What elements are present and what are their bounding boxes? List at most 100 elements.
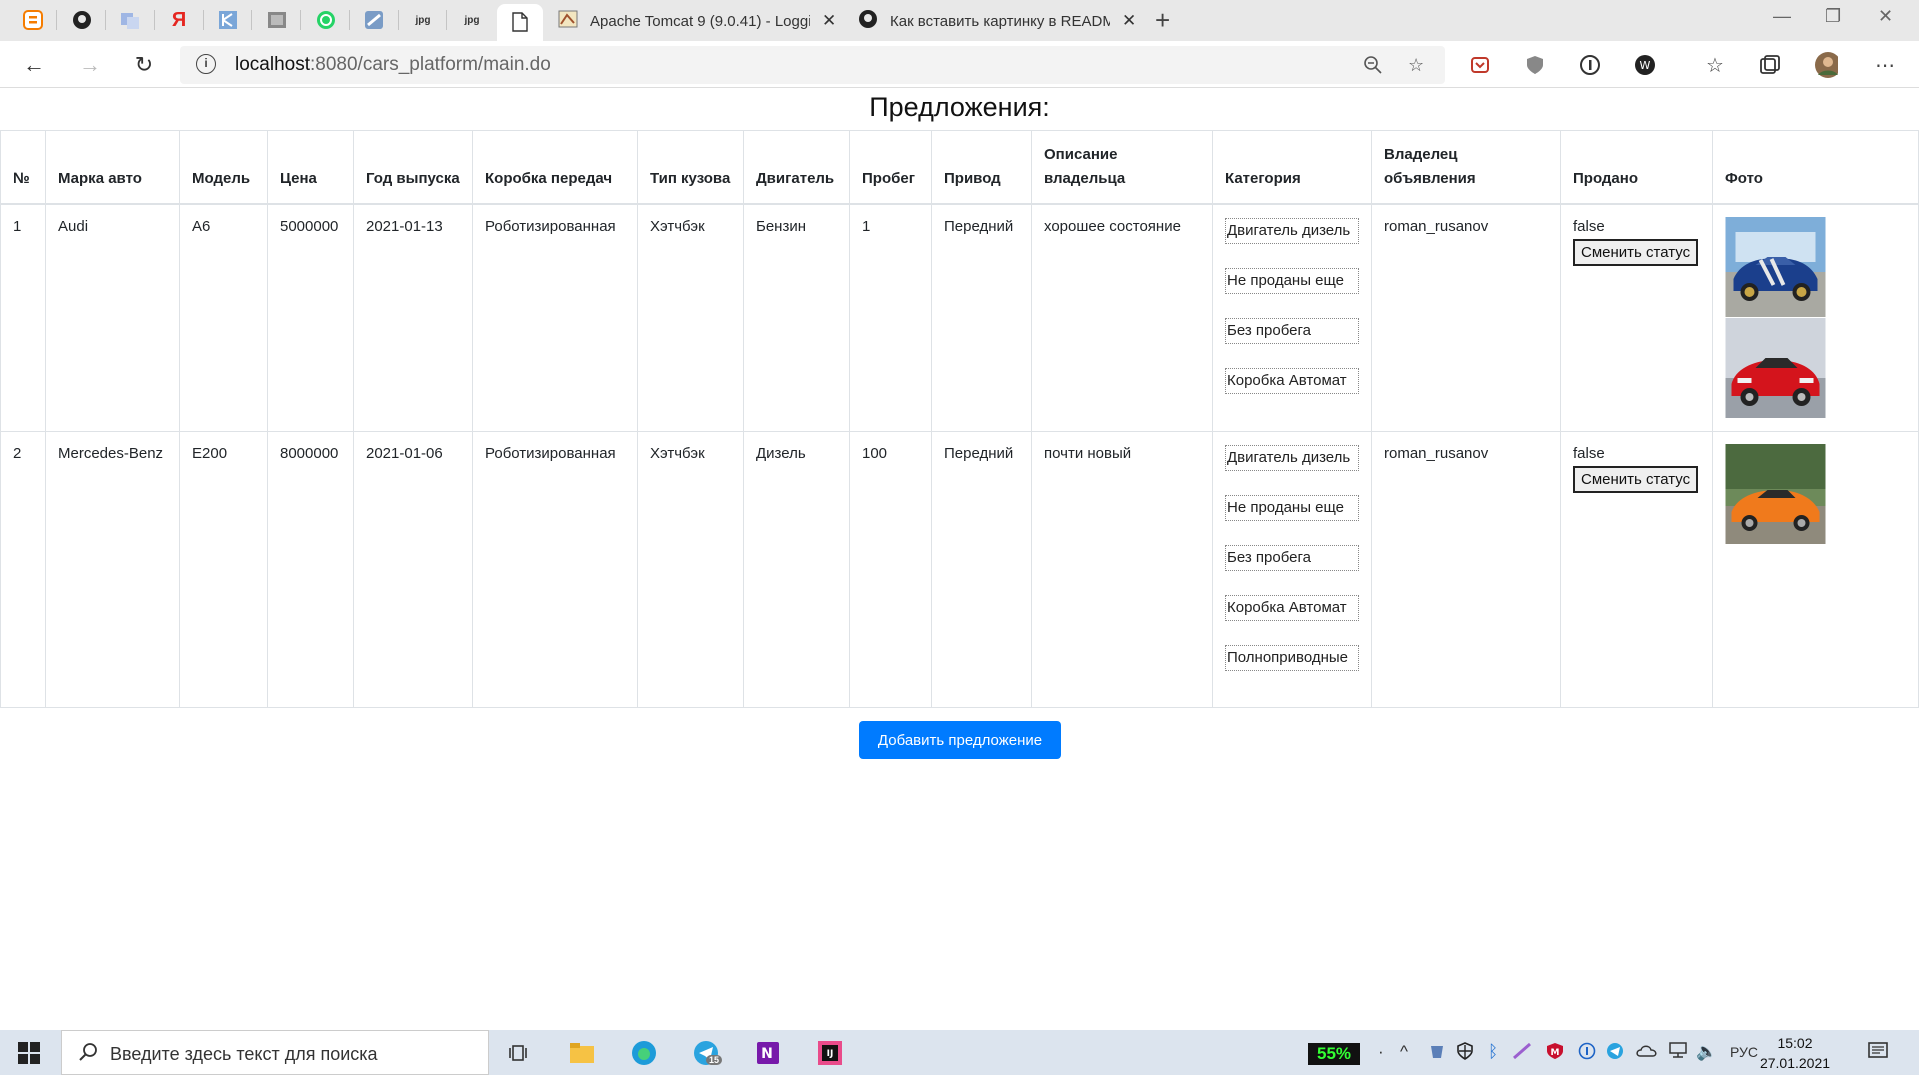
cell-body: Хэтчбэк bbox=[637, 431, 744, 708]
windows-start-icon[interactable] bbox=[18, 1042, 40, 1069]
category-tag: Не проданы еще bbox=[1225, 268, 1359, 294]
back-icon[interactable]: ← bbox=[18, 49, 50, 81]
cell-drive: Передний bbox=[931, 431, 1032, 708]
network-icon[interactable] bbox=[1668, 1042, 1688, 1063]
tab-tomcat-logging[interactable]: Apache Tomcat 9 (9.0.41) - Logging ✕ bbox=[558, 6, 836, 36]
app-icon[interactable] bbox=[359, 6, 389, 34]
cell-description: хорошее состояние bbox=[1031, 203, 1213, 432]
column-header: Цена bbox=[267, 130, 354, 205]
image-icon[interactable] bbox=[262, 6, 292, 34]
cell-mileage: 1 bbox=[849, 203, 932, 432]
column-header: Тип кузова bbox=[637, 130, 744, 205]
close-icon[interactable]: ✕ bbox=[822, 11, 836, 31]
taskbar-search[interactable]: Введите здесь текст для поиска bbox=[61, 1030, 489, 1075]
blogger-icon[interactable] bbox=[18, 6, 48, 34]
active-tab[interactable] bbox=[497, 4, 543, 41]
edge-icon[interactable] bbox=[628, 1037, 660, 1069]
collections-icon[interactable] bbox=[1758, 53, 1782, 77]
column-header: Пробег bbox=[849, 130, 932, 205]
notifications-icon[interactable] bbox=[1868, 1042, 1888, 1065]
change-status-button[interactable]: Сменить статус bbox=[1573, 466, 1699, 493]
battery-indicator[interactable]: 55% bbox=[1308, 1043, 1360, 1065]
password-icon[interactable] bbox=[1578, 1042, 1596, 1065]
cell-owner: roman_rusanov bbox=[1371, 431, 1561, 708]
language-indicator[interactable]: РУС bbox=[1730, 1044, 1758, 1060]
mcafee-icon[interactable]: M bbox=[1546, 1042, 1564, 1065]
jpg-icon[interactable]: jpg bbox=[408, 6, 438, 34]
change-status-button[interactable]: Сменить статус bbox=[1573, 239, 1699, 266]
onedrive-icon[interactable] bbox=[1636, 1042, 1658, 1063]
close-icon[interactable]: ✕ bbox=[1122, 11, 1136, 31]
column-header: Марка авто bbox=[45, 130, 180, 205]
column-header: Продано bbox=[1560, 130, 1713, 205]
table-header-row: № Марка авто Модель Цена Год выпуска Кор… bbox=[0, 130, 1919, 205]
cell-brand: Audi bbox=[45, 203, 180, 432]
favorites-icon[interactable]: ☆ bbox=[1703, 53, 1727, 77]
column-header: Год выпуска bbox=[353, 130, 473, 205]
category-tag: Двигатель дизель bbox=[1225, 218, 1359, 244]
cell-categories: Двигатель дизель Не проданы еще Без проб… bbox=[1212, 431, 1372, 708]
clock-time: 15:02 bbox=[1777, 1035, 1813, 1051]
column-header: Модель bbox=[179, 130, 268, 205]
page-icon bbox=[512, 12, 528, 37]
url-text[interactable]: localhost:8080/cars_platform/main.do bbox=[235, 54, 551, 76]
more-menu-icon[interactable]: ⋯ bbox=[1873, 53, 1897, 77]
car-photo bbox=[1725, 444, 1826, 544]
cell-engine: Бензин bbox=[743, 203, 850, 432]
file-explorer-icon[interactable] bbox=[566, 1037, 598, 1069]
pen-icon[interactable] bbox=[1512, 1042, 1534, 1065]
close-window-icon[interactable]: ✕ bbox=[1878, 6, 1893, 27]
clock[interactable]: 15:02 27.01.2021 bbox=[1757, 1033, 1833, 1073]
avatar[interactable] bbox=[1814, 52, 1838, 78]
reload-icon[interactable]: ↻ bbox=[128, 49, 160, 81]
forward-icon[interactable]: → bbox=[74, 49, 106, 81]
defender-icon[interactable] bbox=[1456, 1042, 1474, 1065]
shield-icon[interactable] bbox=[1523, 53, 1547, 77]
yandex-icon[interactable]: Я bbox=[164, 6, 194, 34]
whatsapp-icon[interactable] bbox=[311, 6, 341, 34]
category-tag: Коробка Автомат bbox=[1225, 368, 1359, 394]
bluetooth-icon[interactable]: ᛒ bbox=[1488, 1042, 1498, 1062]
password-icon[interactable] bbox=[1578, 53, 1602, 77]
cell-owner: roman_rusanov bbox=[1371, 203, 1561, 432]
zoom-icon[interactable] bbox=[1363, 55, 1383, 80]
onenote-icon[interactable]: N bbox=[752, 1037, 784, 1069]
extension-w-icon[interactable]: W bbox=[1633, 53, 1657, 77]
kanban-icon[interactable] bbox=[213, 6, 243, 34]
offers-table: № Марка авто Модель Цена Год выпуска Кор… bbox=[0, 130, 1919, 708]
column-header: Привод bbox=[931, 130, 1032, 205]
cell-gearbox: Роботизированная bbox=[472, 203, 638, 432]
intellij-icon[interactable]: IJ bbox=[814, 1037, 846, 1069]
svg-text:N: N bbox=[761, 1046, 773, 1062]
table-row: 1 Audi A6 5000000 2021-01-13 Роботизиров… bbox=[0, 203, 1919, 432]
task-view-icon[interactable] bbox=[504, 1037, 536, 1069]
address-bar[interactable]: i localhost:8080/cars_platform/main.do ☆ bbox=[180, 46, 1445, 84]
minimize-icon[interactable]: — bbox=[1773, 6, 1791, 27]
cell-num: 2 bbox=[0, 431, 46, 708]
mouse-icon[interactable]: · bbox=[1378, 1042, 1384, 1062]
pocket-icon[interactable] bbox=[1468, 53, 1492, 77]
volume-icon[interactable]: 🔈 bbox=[1696, 1042, 1717, 1062]
cell-mileage: 100 bbox=[849, 431, 932, 708]
translate-icon[interactable] bbox=[115, 6, 145, 34]
page-content: Предложения: № Марка авто Модель Цена Го… bbox=[0, 89, 1919, 1029]
telegram-tray-icon[interactable] bbox=[1606, 1042, 1624, 1065]
car-photo bbox=[1725, 217, 1826, 317]
jpg-icon[interactable]: jpg bbox=[457, 6, 487, 34]
sold-status: false bbox=[1573, 445, 1605, 462]
cell-model: A6 bbox=[179, 203, 268, 432]
restore-icon[interactable]: ❐ bbox=[1825, 6, 1841, 27]
column-header: Фото bbox=[1712, 130, 1919, 205]
add-favorite-icon[interactable]: ☆ bbox=[1408, 55, 1424, 76]
network-drive-icon[interactable] bbox=[1428, 1042, 1446, 1065]
new-tab-button[interactable]: + bbox=[1155, 5, 1170, 36]
info-icon[interactable]: i bbox=[196, 54, 216, 74]
cell-drive: Передний bbox=[931, 203, 1032, 432]
show-hidden-icons[interactable]: ^ bbox=[1400, 1042, 1408, 1062]
tab-readme-images[interactable]: Как вставить картинку в README ✕ bbox=[858, 6, 1136, 36]
add-offer-button[interactable]: Добавить предложение bbox=[859, 721, 1061, 759]
cell-price: 5000000 bbox=[267, 203, 354, 432]
github-icon[interactable] bbox=[67, 6, 97, 34]
cell-description: почти новый bbox=[1031, 431, 1213, 708]
telegram-icon[interactable]: 15 bbox=[690, 1037, 723, 1069]
